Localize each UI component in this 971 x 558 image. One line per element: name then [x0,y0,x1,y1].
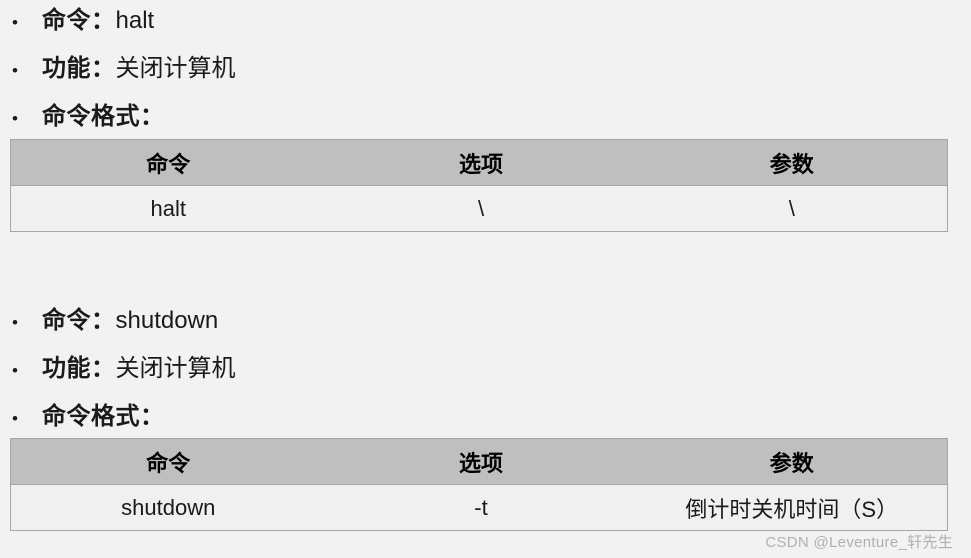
table-header-row: 命令 选项 参数 [10,438,948,485]
bullet-marker-icon: • [12,61,18,80]
table-row: halt \ \ [10,185,948,232]
bullet-marker-icon: • [12,409,18,428]
bullet-value-command: shutdown [115,307,219,334]
table-header-row: 命令 选项 参数 [10,139,948,186]
column-header-command: 命令 [10,139,326,186]
bullet-marker-icon: • [12,361,18,380]
bullet-value-function: 关闭计算机 [115,55,236,82]
watermark: CSDN @Leventure_轩先生 [765,534,953,551]
bullet-format: • 命令格式： [0,96,971,144]
column-header-parameter: 参数 [636,438,948,485]
bullet-command: • 命令： halt [0,0,971,48]
table-row: shutdown -t 倒计时关机时间（S） [10,484,948,531]
cell-parameter: 倒计时关机时间（S） [636,484,948,531]
bullet-value-command: halt [115,7,155,34]
bullet-label-function: 功能： [42,355,116,382]
bullet-label-command: 命令： [42,7,116,34]
cell-command: shutdown [10,484,326,531]
cell-parameter: \ [636,185,948,232]
bullet-command: • 命令： shutdown [0,300,971,348]
bullet-label-function: 功能： [42,55,116,82]
section-shutdown: • 命令： shutdown • 功能： 关闭计算机 • 命令格式： [0,300,971,444]
bullet-marker-icon: • [12,109,18,128]
bullet-marker-icon: • [12,13,18,32]
command-table-halt: 命令 选项 参数 halt \ \ [10,139,948,232]
bullet-label-format: 命令格式： [42,103,165,130]
bullet-function: • 功能： 关闭计算机 [0,48,971,96]
bullet-label-command: 命令： [42,307,116,334]
bullet-function: • 功能： 关闭计算机 [0,348,971,396]
bullet-value-function: 关闭计算机 [115,355,236,382]
cell-command: halt [10,185,326,232]
slide-canvas: • 命令： halt • 功能： 关闭计算机 • 命令格式： 命令 选项 参数 [0,0,971,558]
column-header-parameter: 参数 [636,139,948,186]
command-table-shutdown: 命令 选项 参数 shutdown -t 倒计时关机时间（S） [10,438,948,531]
column-header-option: 选项 [325,438,637,485]
cell-option: \ [325,185,637,232]
bullet-marker-icon: • [12,313,18,332]
cell-option: -t [325,484,637,531]
column-header-option: 选项 [325,139,637,186]
bullet-format: • 命令格式： [0,396,971,444]
section-halt: • 命令： halt • 功能： 关闭计算机 • 命令格式： [0,0,971,144]
column-header-command: 命令 [10,438,326,485]
bullet-label-format: 命令格式： [42,403,165,430]
